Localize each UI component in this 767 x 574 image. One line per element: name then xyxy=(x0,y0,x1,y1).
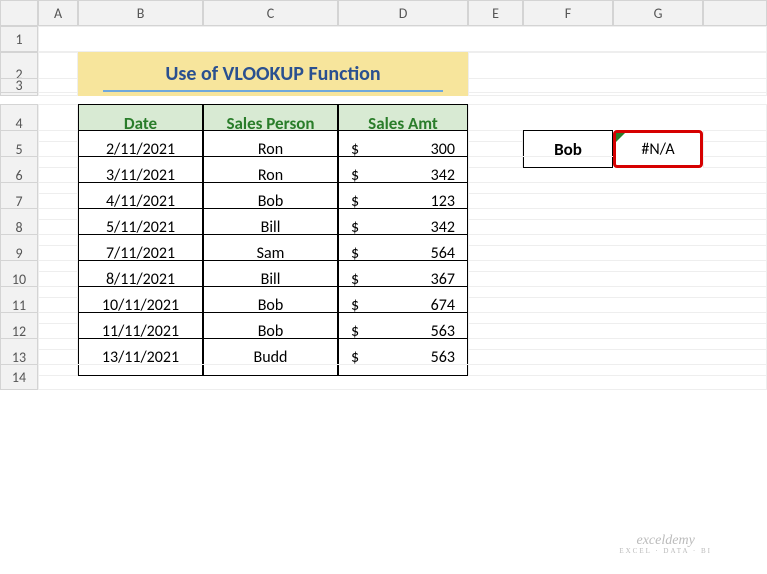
cell[interactable] xyxy=(38,364,767,390)
watermark: exceldemy EXCEL · DATA · BI xyxy=(619,533,712,556)
row-header-14[interactable]: 14 xyxy=(0,364,38,390)
col-header-A[interactable]: A xyxy=(38,0,78,26)
row-header-1[interactable]: 1 xyxy=(0,26,38,52)
watermark-main: exceldemy xyxy=(637,533,695,548)
watermark-sub: EXCEL · DATA · BI xyxy=(619,548,712,556)
select-all-corner[interactable] xyxy=(0,0,38,26)
col-header-G[interactable]: G xyxy=(613,0,703,26)
title-text: Use of VLOOKUP Function xyxy=(165,62,380,86)
lookup-result[interactable]: #N/A xyxy=(613,130,703,168)
title-underline xyxy=(103,90,443,92)
col-header-F[interactable]: F xyxy=(523,0,613,26)
cell[interactable] xyxy=(38,26,767,52)
spreadsheet-grid: A B C D E F G 1 2 Use of VLOOKUP Functio… xyxy=(0,0,767,390)
col-header-B[interactable]: B xyxy=(78,0,203,26)
col-header-E[interactable]: E xyxy=(468,0,523,26)
col-header-extra xyxy=(703,0,767,26)
error-indicator-icon xyxy=(616,133,625,142)
col-header-D[interactable]: D xyxy=(338,0,468,26)
col-header-C[interactable]: C xyxy=(203,0,338,26)
row-header-3[interactable]: 3 xyxy=(0,78,38,93)
error-text: #N/A xyxy=(641,140,674,159)
title-cell[interactable]: Use of VLOOKUP Function xyxy=(78,52,468,96)
